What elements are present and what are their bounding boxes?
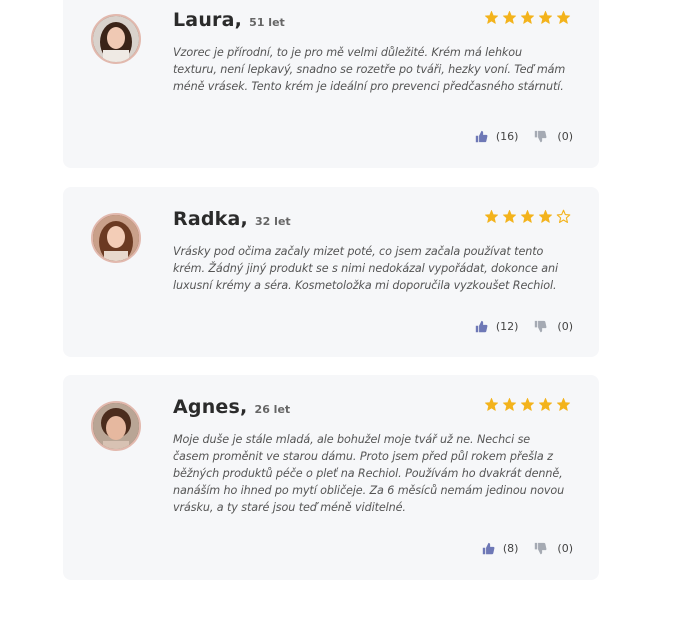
review-text: Vrásky pod očima začaly mizet poté, co j… — [173, 245, 558, 292]
dislike-button[interactable]: (0) — [534, 542, 573, 555]
thumbs-up-icon — [482, 542, 495, 555]
like-count: (8) — [502, 542, 519, 555]
reviewer-name: Radka, — [173, 208, 248, 230]
like-button[interactable]: (8) — [482, 542, 519, 555]
thumbs-down-icon — [535, 130, 547, 143]
star-filled-icon — [520, 10, 535, 24]
review-text: Vzorec je přírodní, to je pro mě velmi d… — [173, 46, 566, 93]
star-filled-icon — [538, 209, 553, 223]
thumbs-down-icon — [535, 320, 547, 333]
reviewer-age: 32 let — [255, 215, 291, 228]
like-button[interactable]: (12) — [475, 320, 519, 333]
review-card: Radka, 32 let Vrásky pod očima začaly mi… — [63, 187, 599, 357]
review-text: Moje duše je stále mladá, ale bohužel mo… — [173, 433, 565, 514]
thumbs-up-icon — [475, 130, 488, 143]
vote-bar: (8) (0) — [482, 542, 573, 555]
thumbs-up-icon — [475, 320, 488, 333]
star-rating — [484, 209, 571, 224]
star-rating — [484, 397, 571, 412]
reviewer-avatar — [91, 213, 141, 263]
review-card: Agnes, 26 let Moje duše je stále mladá, … — [63, 375, 599, 580]
star-filled-icon — [502, 397, 517, 411]
reviewer-name: Laura, — [173, 9, 243, 31]
vote-bar: (16) (0) — [475, 130, 573, 143]
review-card: Laura, 51 let Vzorec je přírodní, to je … — [63, 0, 599, 168]
star-filled-icon — [484, 397, 499, 411]
star-rating — [484, 10, 571, 25]
thumbs-down-icon — [535, 542, 547, 555]
star-filled-icon — [538, 397, 553, 411]
reviewer-avatar — [91, 14, 141, 64]
like-button[interactable]: (16) — [475, 130, 519, 143]
star-filled-icon — [502, 10, 517, 24]
star-filled-icon — [484, 10, 499, 24]
star-filled-icon — [484, 209, 499, 223]
star-filled-icon — [520, 397, 535, 411]
star-filled-icon — [520, 209, 535, 223]
star-filled-icon — [538, 10, 553, 24]
reviewer-avatar — [91, 401, 141, 451]
dislike-count: (0) — [557, 542, 573, 555]
star-filled-icon — [556, 397, 571, 411]
reviewer-age: 26 let — [254, 403, 291, 416]
star-filled-icon — [556, 10, 571, 24]
vote-bar: (12) (0) — [475, 320, 573, 333]
reviewer-age: 51 let — [249, 16, 285, 29]
dislike-count: (0) — [557, 130, 573, 143]
like-count: (12) — [495, 320, 519, 333]
like-count: (16) — [495, 130, 519, 143]
dislike-button[interactable]: (0) — [534, 130, 573, 143]
dislike-button[interactable]: (0) — [534, 320, 573, 333]
reviewer-name: Agnes, — [173, 396, 248, 418]
star-filled-icon — [502, 209, 517, 223]
star-empty-icon — [556, 209, 571, 223]
dislike-count: (0) — [557, 320, 573, 333]
